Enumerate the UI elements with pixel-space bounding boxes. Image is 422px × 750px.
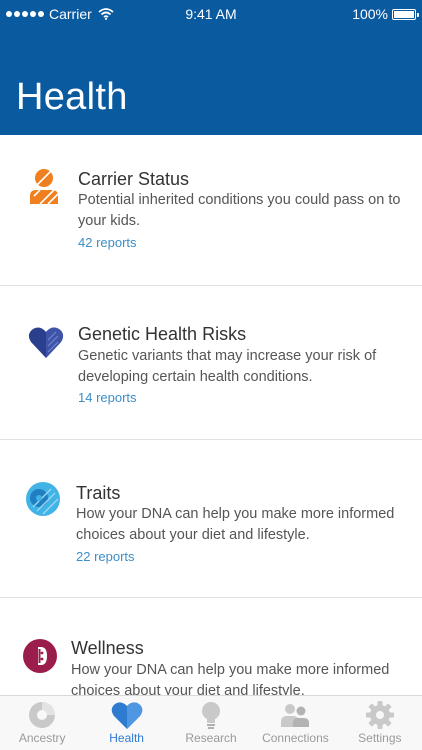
ancestry-pie-icon	[29, 702, 56, 728]
heart-icon	[111, 702, 142, 729]
card-description: How your DNA can help you make more info…	[76, 506, 395, 543]
tab-research[interactable]: Research	[169, 696, 253, 750]
reports-link[interactable]: 22 reports	[76, 549, 135, 564]
tab-connections[interactable]: Connections	[253, 696, 337, 750]
tab-health[interactable]: Health	[84, 696, 168, 750]
carrier-person-icon	[30, 169, 59, 204]
heart-icon	[28, 327, 64, 358]
card-genetic-health-risks[interactable]: Genetic Health Risks Genetic variants th…	[0, 286, 422, 439]
card-description: Potential inherited conditions you could…	[78, 192, 401, 229]
tab-bar: Ancestry Health Research Connections Set…	[0, 695, 422, 750]
tab-ancestry[interactable]: Ancestry	[0, 696, 84, 750]
wellness-circle-icon	[23, 639, 57, 673]
gear-icon	[365, 701, 394, 729]
reports-link[interactable]: 42 reports	[78, 235, 137, 250]
battery-status: 100%	[352, 6, 419, 22]
tab-label: Connections	[262, 731, 329, 745]
tab-label: Ancestry	[18, 731, 66, 745]
card-title: Traits	[76, 483, 121, 503]
health-category-list: Carrier Status Potential inherited condi…	[0, 135, 422, 695]
tab-label: Settings	[358, 731, 402, 745]
card-carrier-status[interactable]: Carrier Status Potential inherited condi…	[0, 135, 422, 285]
traits-circle-icon	[26, 482, 60, 516]
card-title: Wellness	[71, 638, 144, 658]
status-bar: Carrier 9:41 AM 100%	[0, 0, 422, 28]
card-description: Genetic variants that may increase your …	[78, 348, 377, 385]
battery-label: 100%	[352, 6, 388, 22]
reports-link[interactable]: 14 reports	[78, 390, 137, 405]
lightbulb-icon	[202, 702, 221, 729]
tab-label: Research	[185, 731, 237, 745]
people-icon	[281, 704, 310, 727]
battery-icon	[392, 8, 419, 20]
tab-settings[interactable]: Settings	[338, 696, 422, 750]
card-title: Genetic Health Risks	[78, 324, 247, 344]
card-wellness[interactable]: Wellness How your DNA can help you make …	[0, 598, 422, 695]
tab-label: Health	[109, 731, 144, 745]
card-traits[interactable]: Traits How your DNA can help you make mo…	[0, 440, 422, 597]
card-description: How your DNA can help you make more info…	[71, 662, 390, 695]
header: Carrier 9:41 AM 100% Health	[0, 0, 422, 135]
page-title: Health	[16, 76, 128, 118]
card-title: Carrier Status	[78, 169, 190, 189]
